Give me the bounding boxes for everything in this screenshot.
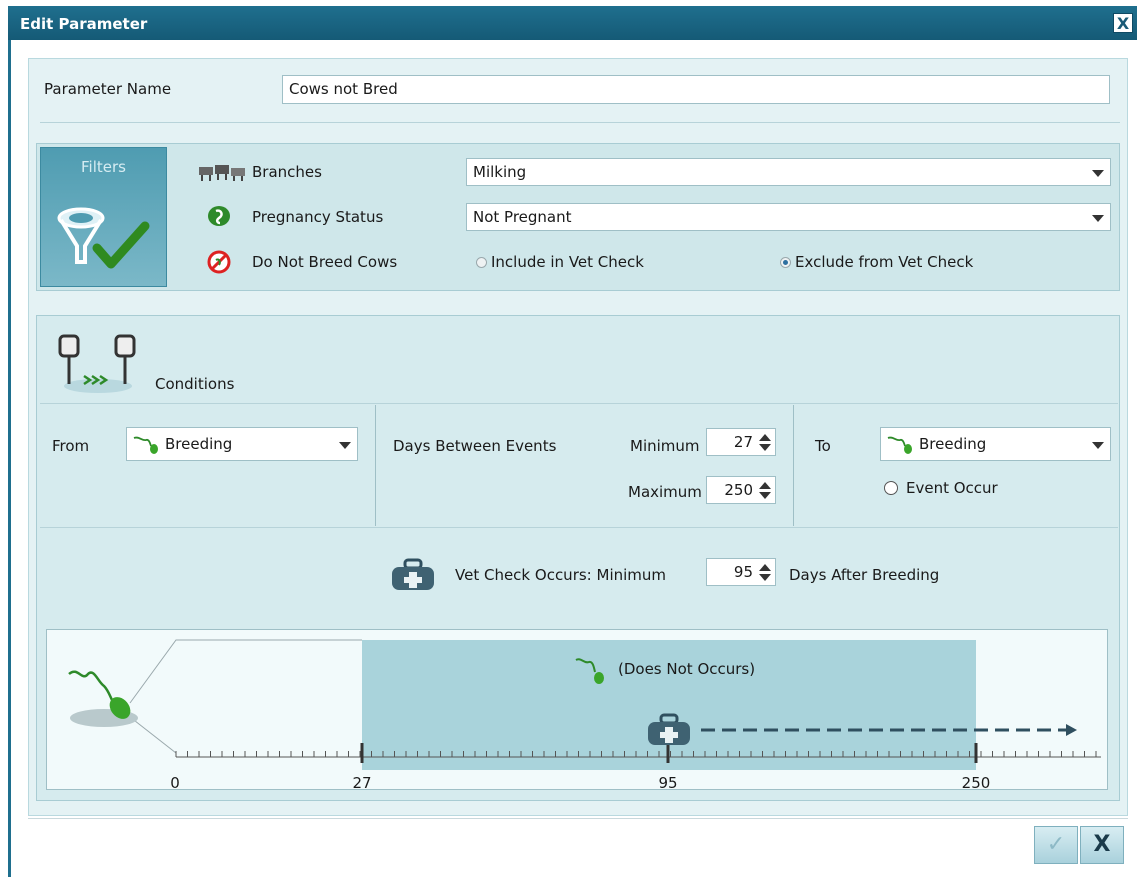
chevron-down-icon xyxy=(1092,442,1104,449)
branches-select[interactable]: Milking xyxy=(466,158,1111,186)
tick-label: 0 xyxy=(170,774,180,792)
parameter-name-label: Parameter Name xyxy=(44,80,172,98)
divider-vertical xyxy=(375,405,376,526)
radio-dot xyxy=(476,256,487,268)
vet-bag-icon xyxy=(392,558,434,590)
event-occur-radio[interactable]: Event Occur xyxy=(884,479,998,497)
minimum-days-stepper[interactable]: 27 xyxy=(706,428,776,456)
close-button[interactable]: X xyxy=(1113,13,1133,33)
arrow-down-icon[interactable] xyxy=(759,444,771,451)
title-bar: Edit Parameter X xyxy=(8,6,1137,40)
exclude-from-vet-check-radio[interactable]: Exclude from Vet Check xyxy=(780,253,973,271)
cows-icon xyxy=(199,165,245,181)
pins-icon xyxy=(58,334,136,393)
vet-check-label: Vet Check Occurs: Minimum xyxy=(455,566,667,584)
maximum-days-value: 250 xyxy=(724,481,753,499)
window-title: Edit Parameter xyxy=(20,15,148,33)
funnel-check-icon xyxy=(57,207,150,269)
filters-tile: Filters xyxy=(40,147,167,287)
timeline-graphic xyxy=(129,639,1101,763)
arrow-up-icon[interactable] xyxy=(759,434,771,441)
arrow-up-icon[interactable] xyxy=(759,564,771,571)
do-not-breed-icon xyxy=(207,250,231,274)
arrow-down-icon[interactable] xyxy=(759,492,771,499)
days-between-label: Days Between Events xyxy=(393,437,557,455)
exclude-from-vet-check-label: Exclude from Vet Check xyxy=(795,253,974,271)
vet-check-days-value: 95 xyxy=(733,563,753,581)
window-left-border xyxy=(8,40,11,877)
arrow-up-icon[interactable] xyxy=(759,482,771,489)
does-not-occur-note: (Does Not Occurs) xyxy=(618,660,756,678)
from-label: From xyxy=(52,437,90,455)
chevron-down-icon xyxy=(1092,170,1104,177)
arrow-down-icon[interactable] xyxy=(759,574,771,581)
to-event-value: Breeding xyxy=(919,435,987,453)
tick-label: 95 xyxy=(658,774,678,792)
event-occur-label: Event Occur xyxy=(906,479,998,497)
pregnancy-status-select[interactable]: Not Pregnant xyxy=(466,203,1111,231)
divider xyxy=(40,122,1120,123)
from-event-select[interactable]: Breeding xyxy=(126,427,358,461)
from-event-value: Breeding xyxy=(165,435,233,453)
pregnancy-status-value: Not Pregnant xyxy=(473,208,572,226)
divider xyxy=(28,818,1128,819)
sperm-icon xyxy=(133,436,158,454)
minimum-label: Minimum xyxy=(630,437,700,455)
minimum-days-value: 27 xyxy=(733,433,753,451)
ok-button[interactable]: ✓ xyxy=(1034,826,1078,864)
divider xyxy=(40,527,1118,528)
chevron-down-icon xyxy=(1092,215,1104,222)
divider xyxy=(40,403,1118,404)
include-in-vet-check-radio[interactable]: Include in Vet Check xyxy=(476,253,644,271)
parameter-name-input[interactable]: Cows not Bred xyxy=(282,75,1110,104)
vet-bag-icon xyxy=(648,713,690,745)
include-in-vet-check-label: Include in Vet Check xyxy=(491,253,644,271)
sperm-icon xyxy=(887,436,912,454)
maximum-label: Maximum xyxy=(628,483,702,501)
filters-tile-label: Filters xyxy=(81,158,126,176)
pregnancy-status-label: Pregnancy Status xyxy=(252,208,384,226)
cancel-button[interactable]: X xyxy=(1080,826,1124,864)
tick-label: 250 xyxy=(961,774,991,792)
divider-vertical xyxy=(793,405,794,526)
chevron-down-icon xyxy=(339,442,351,449)
sperm-large-icon xyxy=(68,670,138,727)
do-not-breed-label: Do Not Breed Cows xyxy=(252,253,398,271)
radio-dot xyxy=(884,481,898,495)
branches-label: Branches xyxy=(252,163,322,181)
tick-label: 27 xyxy=(352,774,372,792)
to-event-select[interactable]: Breeding xyxy=(880,427,1111,461)
branches-value: Milking xyxy=(473,163,527,181)
sperm-icon xyxy=(575,658,604,684)
to-label: To xyxy=(815,437,831,455)
vet-check-days-stepper[interactable]: 95 xyxy=(706,558,776,586)
radio-dot-selected xyxy=(780,256,791,268)
maximum-days-stepper[interactable]: 250 xyxy=(706,476,776,504)
vet-check-suffix: Days After Breeding xyxy=(789,566,940,584)
conditions-label: Conditions xyxy=(155,375,235,393)
pregnancy-icon xyxy=(208,206,230,226)
